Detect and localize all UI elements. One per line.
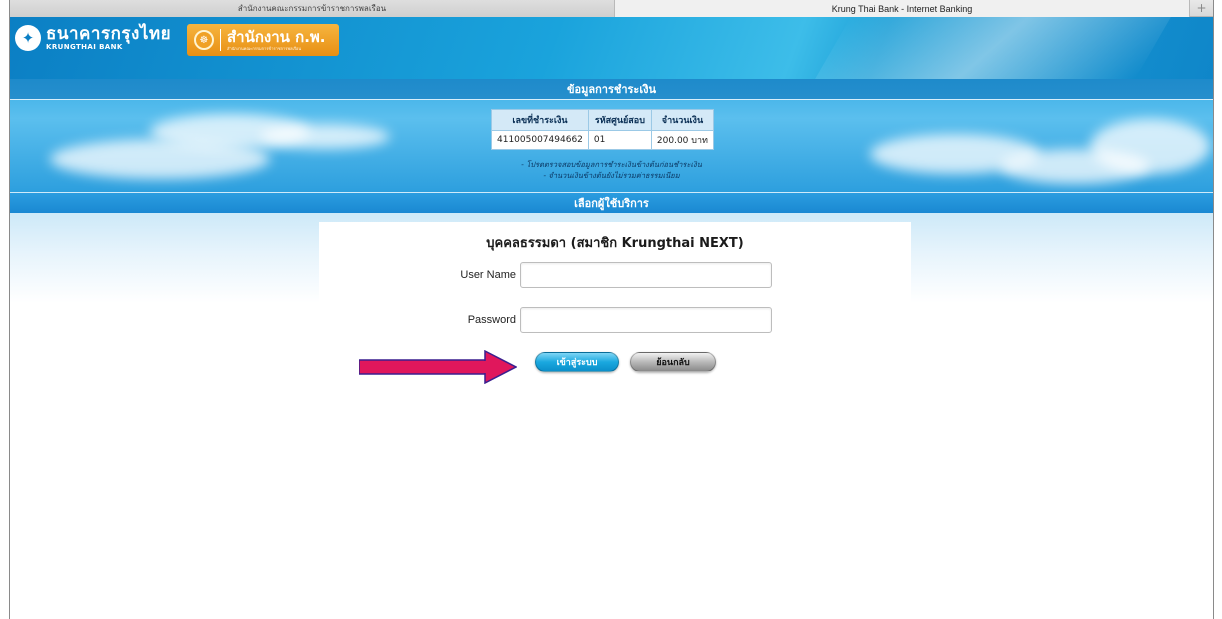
login-title: บุคคลธรรมดา (สมาชิก Krungthai NEXT) xyxy=(486,236,744,251)
browser-tab-bar: สำนักงานคณะกรรมการข้าราชการพลเรือน Krung… xyxy=(10,0,1213,17)
table-header: จำนวนเงิน xyxy=(650,109,714,131)
site-header: ✦ ธนาคารกรุงไทย KRUNGTHAI BANK ☸ สำนักงา… xyxy=(10,17,1213,79)
krungthai-bird-icon: ✦ xyxy=(15,25,41,51)
plus-icon: + xyxy=(1196,1,1207,15)
select-service-bar: เลือกผู้ใช้บริการ xyxy=(10,192,1213,213)
browser-window: สำนักงานคณะกรรมการข้าราชการพลเรือน Krung… xyxy=(9,0,1214,619)
table-row: 411005007494662 01 200.00 บาท xyxy=(491,130,714,150)
right-arrow-icon xyxy=(359,350,517,384)
ocsc-logo: ☸ สำนักงาน ก.พ. สำนักงานคณะกรรมการข้าราช… xyxy=(187,24,339,56)
tab-title: Krung Thai Bank - Internet Banking xyxy=(831,3,973,14)
login-panel: บุคคลธรรมดา (สมาชิก Krungthai NEXT) User… xyxy=(319,222,911,372)
password-label: Password xyxy=(467,314,516,326)
note-line: - โปรดตรวจสอบข้อมูลการชำระเงินข้างต้นก่อ… xyxy=(521,160,702,169)
table-header: รหัสศูนย์สอบ xyxy=(587,109,652,131)
new-tab-button[interactable]: + xyxy=(1190,0,1213,16)
payment-number: 411005007494662 xyxy=(491,130,589,150)
back-button[interactable]: ย้อนกลับ xyxy=(630,352,716,372)
bank-name-th: ธนาคารกรุงไทย xyxy=(46,23,172,44)
payment-amount: 200.00 บาท xyxy=(650,130,714,150)
browser-tab-ocsc[interactable]: สำนักงานคณะกรรมการข้าราชการพลเรือน xyxy=(10,0,615,17)
partner-subtitle: สำนักงานคณะกรรมการข้าราชการพลเรือน xyxy=(227,45,302,51)
ocsc-seal-icon: ☸ xyxy=(194,30,214,50)
payment-notes: - โปรดตรวจสอบข้อมูลการชำระเงินข้างต้นก่อ… xyxy=(10,159,1213,181)
password-input[interactable] xyxy=(520,307,772,333)
payment-section-title: ข้อมูลการชำระเงิน xyxy=(10,79,1213,100)
table-header: เลขที่ชำระเงิน xyxy=(491,109,589,131)
password-row: Password xyxy=(319,307,911,333)
username-input[interactable] xyxy=(520,262,772,288)
tab-title: สำนักงานคณะกรรมการข้าราชการพลเรือน xyxy=(237,4,387,13)
payment-table: เลขที่ชำระเงิน รหัสศูนย์สอบ จำนวนเงิน 41… xyxy=(491,109,714,150)
login-button[interactable]: เข้าสู่ระบบ xyxy=(535,352,619,372)
browser-tab-krungthai[interactable]: Krung Thai Bank - Internet Banking xyxy=(615,0,1190,17)
username-label: User Name xyxy=(460,269,516,281)
exam-center-code: 01 xyxy=(587,130,652,150)
partner-name: สำนักงาน ก.พ. xyxy=(227,27,326,46)
payment-info-section: ข้อมูลการชำระเงิน เลขที่ชำระเงิน รหัสศูน… xyxy=(10,79,1213,192)
krungthai-logo: ✦ ธนาคารกรุงไทย KRUNGTHAI BANK xyxy=(15,25,171,51)
username-row: User Name xyxy=(319,262,911,288)
bank-name-en: KRUNGTHAI BANK xyxy=(46,42,123,51)
note-line: - จำนวนเงินข้างต้นยังไม่รวมค่าธรรมเนียม xyxy=(543,171,680,180)
